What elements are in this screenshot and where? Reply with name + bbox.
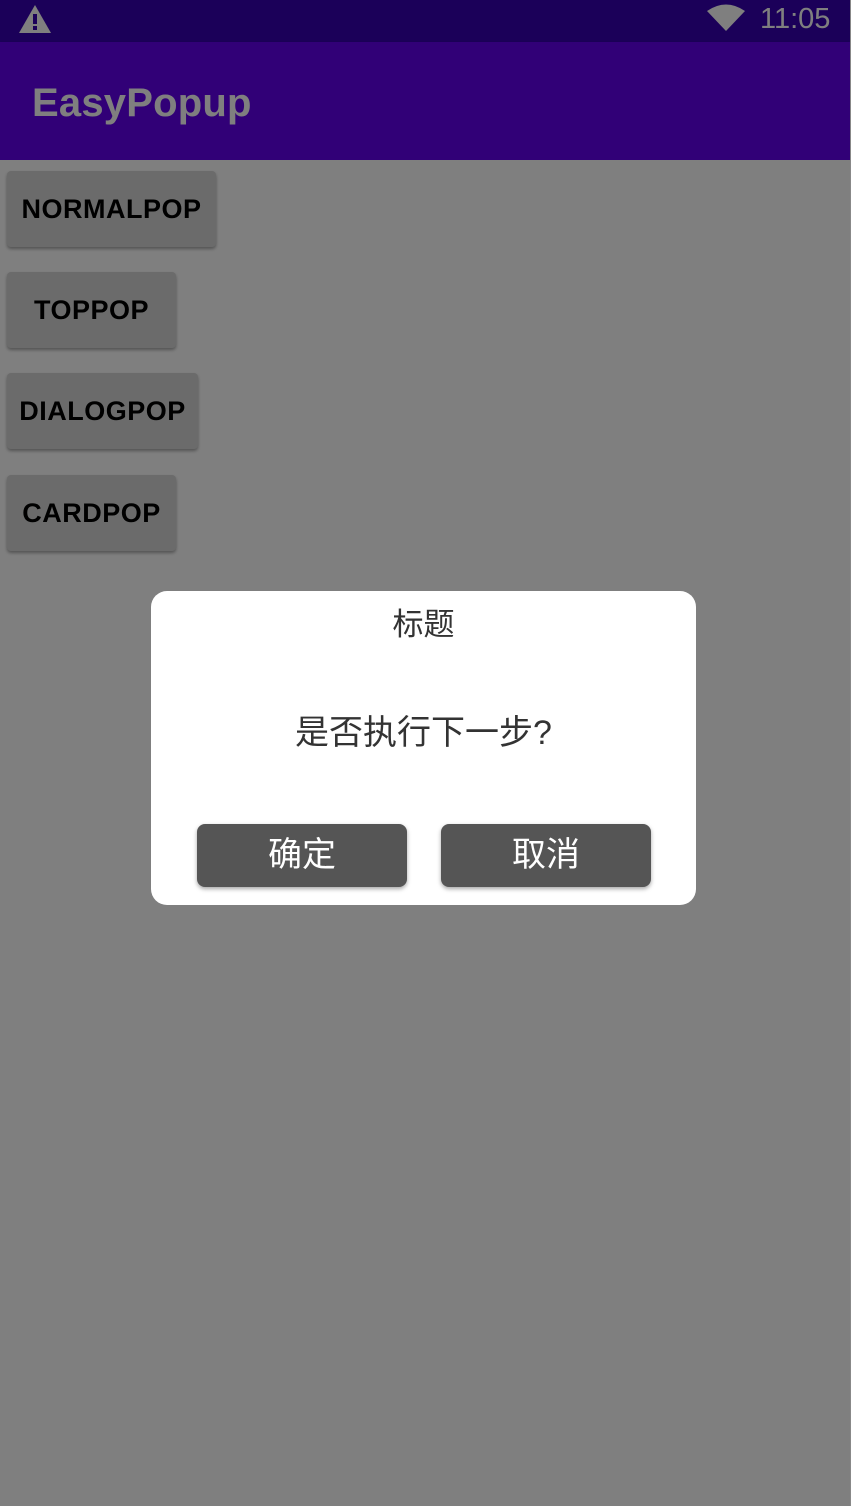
- confirm-button[interactable]: 确定: [197, 824, 407, 887]
- confirm-dialog: 标题 是否执行下一步? 确定 取消: [151, 591, 696, 905]
- cancel-button[interactable]: 取消: [441, 824, 651, 887]
- dialog-title: 标题: [392, 607, 455, 642]
- window-edge: [850, 0, 854, 1506]
- dialog-message: 是否执行下一步?: [295, 714, 552, 752]
